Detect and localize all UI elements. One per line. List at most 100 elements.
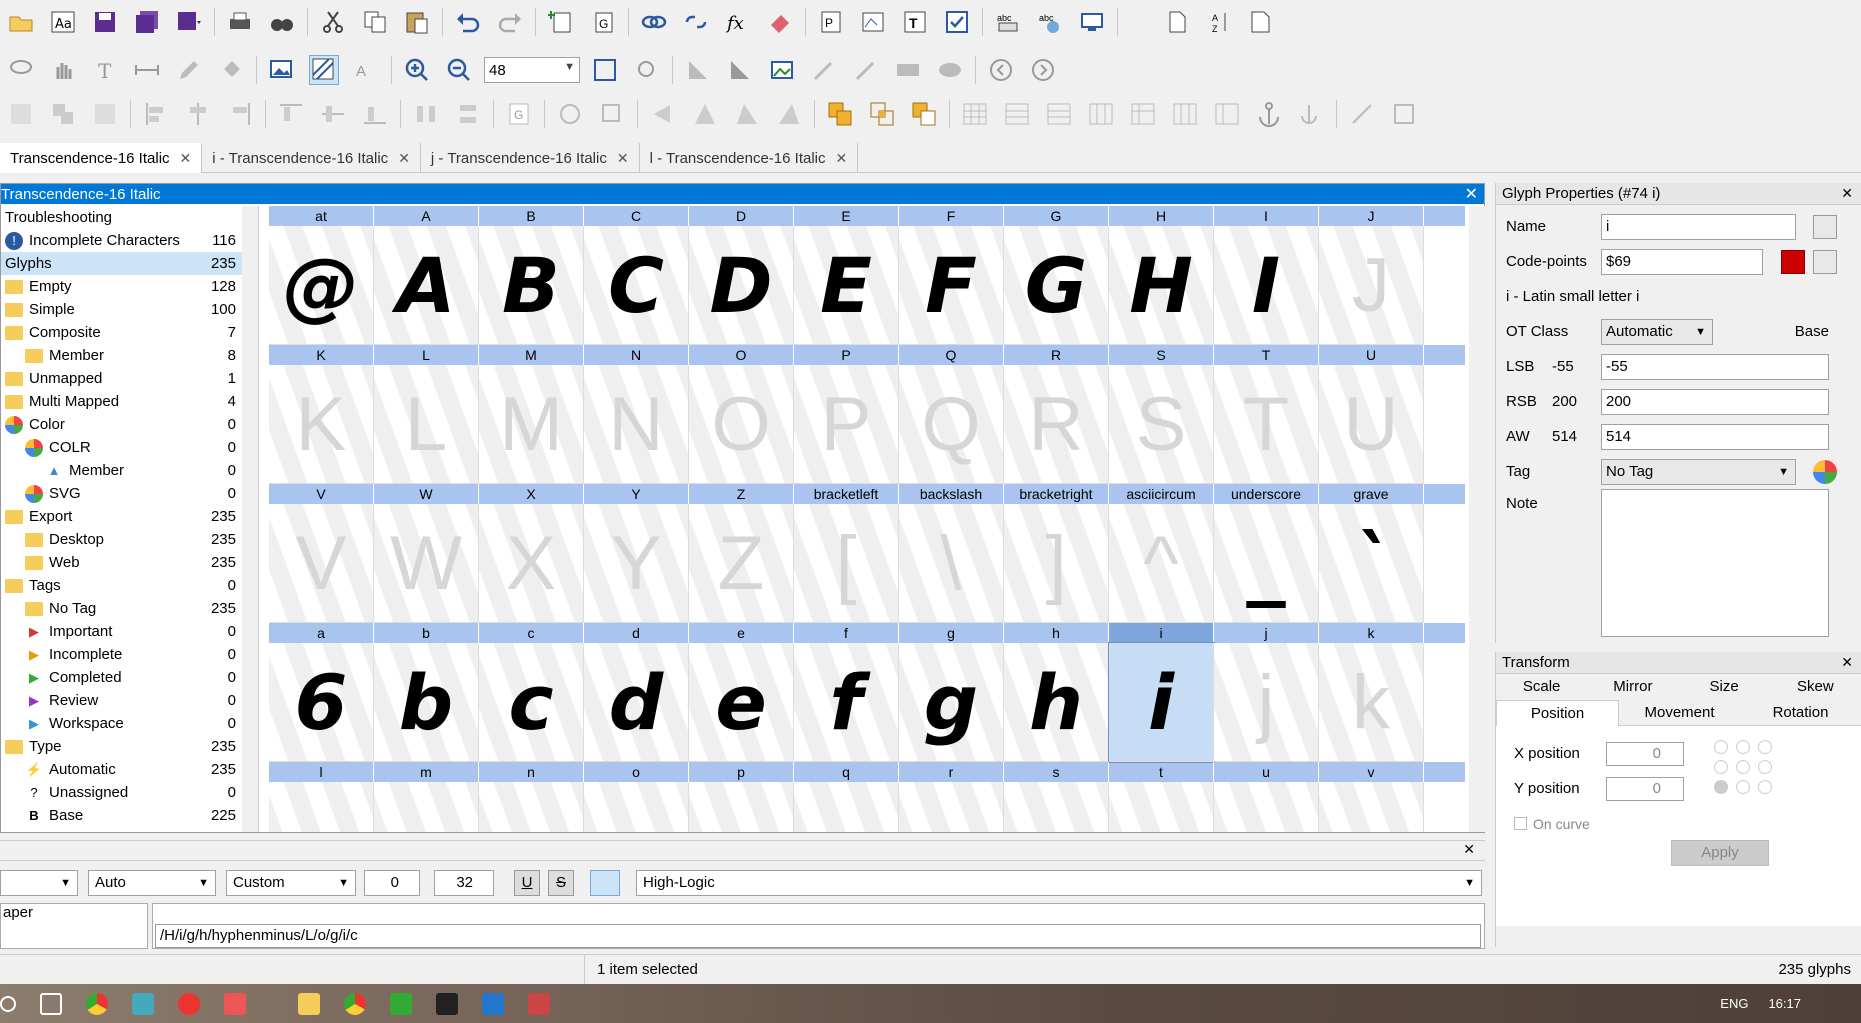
tree-item[interactable]: ⚡ Automatic 235 [1,758,258,781]
glyph-cell[interactable]: b [374,643,479,762]
grid-scrollbar[interactable] [1469,206,1486,832]
close-icon[interactable]: ✕ [180,150,192,167]
glyph-cell[interactable]: W [374,504,479,623]
tree-item[interactable]: ▶ Workspace 0 [1,712,258,735]
zoom-window-icon[interactable] [632,55,662,85]
chrome2-icon[interactable] [344,992,366,1015]
origin-selector[interactable] [1714,740,1774,794]
glyph-cell[interactable]: d [584,643,689,762]
intersect-icon[interactable] [867,99,897,129]
glyph-cell[interactable]: i [1108,642,1215,763]
align-middle-icon[interactable] [318,99,348,129]
glyph-cell[interactable]: Z [689,504,794,623]
align-left-icon[interactable] [141,99,171,129]
table-icon[interactable] [960,99,990,129]
columns-icon[interactable] [1170,99,1200,129]
tree-item[interactable]: Color 0 [1,413,258,436]
tree-item[interactable]: ▲ Member 0 [1,459,258,482]
glyph-cell[interactable]: c [479,643,584,762]
pencil-icon[interactable] [1813,249,1837,274]
app4-icon[interactable] [436,992,458,1015]
metrics-icon[interactable] [858,7,888,37]
tree-item[interactable]: Troubleshooting [1,206,258,229]
expand-icon[interactable] [1389,99,1419,129]
preview-list[interactable]: aper [0,903,148,949]
close-icon[interactable]: ✕ [617,150,629,167]
glyph-g-icon[interactable]: G [504,99,534,129]
skew-right-icon[interactable] [774,99,804,129]
tree-item[interactable]: Web 235 [1,551,258,574]
tab-scale[interactable]: Scale [1496,674,1587,700]
glyph-cell[interactable]: H [1109,226,1214,345]
align-bottom-icon[interactable] [360,99,390,129]
tree-item[interactable]: ▶ Incomplete 0 [1,643,258,666]
background-image-icon[interactable] [267,55,297,85]
chrome-icon[interactable] [86,992,108,1015]
glyph-cell[interactable]: [ [794,504,899,623]
glyph-cell[interactable]: \ [899,504,1004,623]
unlink-icon[interactable] [681,7,711,37]
web-font-icon[interactable]: abc [1035,7,1065,37]
close-icon[interactable]: ✕ [398,150,410,167]
save-all-icon[interactable] [132,7,162,37]
glyph-cell[interactable]: J [1319,226,1424,345]
tree-item[interactable]: SVG 0 [1,482,258,505]
tree-item[interactable]: ▶ Review 0 [1,689,258,712]
glyph-cell[interactable] [374,782,479,832]
tree-item[interactable]: COLR 0 [1,436,258,459]
glyph-cell[interactable]: E [794,226,899,345]
tree-item[interactable]: ▶ Important 0 [1,620,258,643]
tree-item[interactable]: Multi Mapped 4 [1,390,258,413]
clock[interactable]: 16:17 [1768,996,1801,1011]
explorer-icon[interactable] [298,992,320,1015]
table-delete-icon[interactable] [1128,99,1158,129]
glyph-cell[interactable] [1214,782,1319,832]
glyph-cell[interactable] [1109,782,1214,832]
close-icon[interactable]: ✕ [1463,841,1475,858]
fontcreator-icon[interactable] [482,992,504,1015]
glyph-cell[interactable]: B [479,226,584,345]
add-glyph-g-icon[interactable]: G [588,7,618,37]
node-select-icon[interactable] [725,55,755,85]
rectangle-icon[interactable] [893,55,923,85]
glyph-cell[interactable]: Q [899,365,1004,484]
tree-item[interactable]: Composite 7 [1,321,258,344]
align-right-icon[interactable] [225,99,255,129]
tab-size[interactable]: Size [1679,674,1770,700]
rsb-field[interactable]: 200 [1601,388,1829,415]
brush-icon[interactable] [809,55,839,85]
eraser-icon[interactable] [765,7,795,37]
pencil-icon[interactable] [174,55,204,85]
select-arrow-icon[interactable] [683,55,713,85]
subtract-icon[interactable] [909,99,939,129]
cut-icon[interactable] [318,7,348,37]
new-document-icon[interactable] [1162,7,1192,37]
x-position-stepper[interactable]: 0 [1606,741,1684,766]
glyph-cell[interactable]: k [1319,643,1424,762]
glyph-cell[interactable]: f [794,643,899,762]
underline-button[interactable]: U [514,870,540,896]
glyph-cell[interactable]: L [374,365,479,484]
glyph-cell[interactable]: N [584,365,689,484]
spin2-stepper[interactable]: 32 [434,870,494,896]
glyph-cell[interactable]: Y [584,504,689,623]
tree-item[interactable]: Tags 0 [1,574,258,597]
glyph-cell[interactable]: X [479,504,584,623]
app2-icon[interactable] [224,992,246,1015]
glyph-cell[interactable]: e [689,643,794,762]
tab-glyph-j[interactable]: j - Transcendence-16 Italic ✕ [421,143,640,173]
glyph-cell[interactable]: C [584,226,689,345]
glyph-cell[interactable]: g [899,643,1004,762]
font-properties-icon[interactable]: P [816,7,846,37]
lsb-field[interactable]: -55 [1601,353,1829,380]
transform-icon[interactable] [597,99,627,129]
note-field[interactable] [1601,489,1829,637]
app-icon[interactable] [132,992,154,1015]
tree-item[interactable]: Member 8 [1,344,258,367]
glyph-cell[interactable]: T [1214,365,1319,484]
spellcheck-icon[interactable]: abc [993,7,1023,37]
glyph-cell[interactable]: ` [1319,504,1424,623]
tab-position[interactable]: Position [1496,700,1619,726]
hand-icon[interactable] [48,55,78,85]
fit-icon[interactable] [590,55,620,85]
